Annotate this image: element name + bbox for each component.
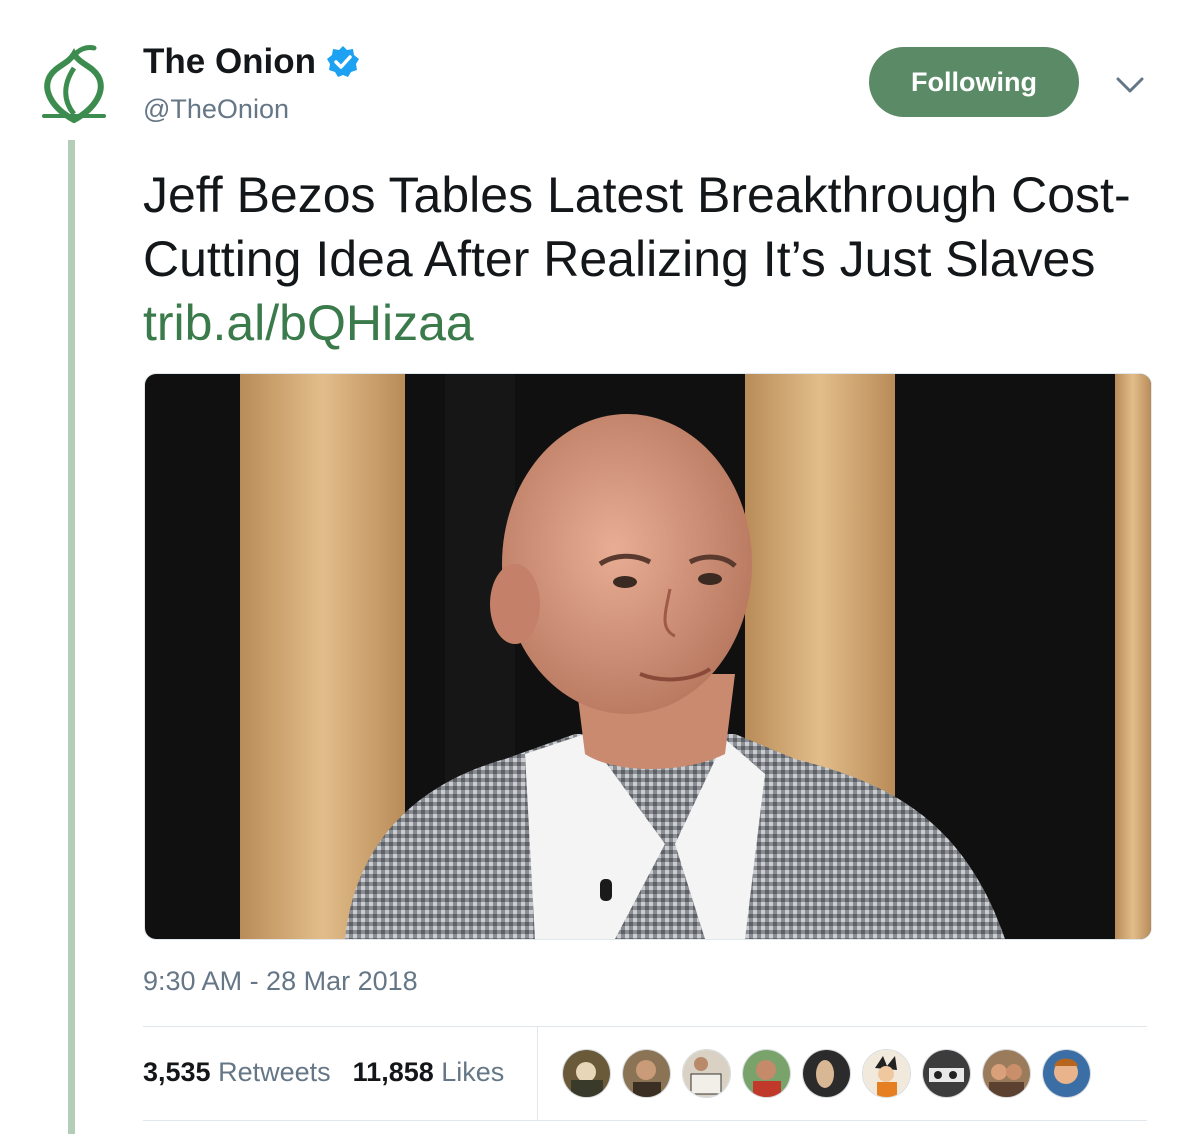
liker-avatar[interactable] [802,1049,851,1098]
liker-avatar[interactable] [682,1049,731,1098]
retweets-count: 3,535 [143,1057,211,1087]
chevron-down-icon[interactable] [1112,70,1148,100]
likes-label: Likes [441,1057,505,1087]
liker-avatar[interactable] [562,1049,611,1098]
liker-avatar[interactable] [1042,1049,1091,1098]
thread-line [68,140,75,1134]
tweet-stats: 3,535 Retweets 11,858 Likes [143,1057,504,1088]
liker-avatar[interactable] [922,1049,971,1098]
photo-image [145,374,1151,939]
liker-avatar[interactable] [982,1049,1031,1098]
liker-avatar[interactable] [862,1049,911,1098]
stats-divider-bottom [143,1120,1147,1121]
following-button[interactable]: Following [869,47,1079,117]
liker-avatar[interactable] [742,1049,791,1098]
retweets-label: Retweets [218,1057,331,1087]
author-display-name[interactable]: The Onion [143,42,316,82]
tweet-body: Jeff Bezos Tables Latest Breakthrough Co… [143,167,1131,287]
stats-divider-vertical [537,1027,538,1120]
author-name-row[interactable]: The Onion [143,42,360,82]
likes-count: 11,858 [352,1057,434,1087]
stats-divider-top [143,1026,1147,1027]
liker-avatars [562,1049,1091,1098]
verified-badge-icon [327,46,360,77]
tweet-link[interactable]: trib.al/bQHizaa [143,295,474,351]
tweet-timestamp[interactable]: 9:30 AM - 28 Mar 2018 [143,966,418,997]
onion-logo-icon[interactable] [34,44,114,124]
retweets-stat[interactable]: 3,535 Retweets [143,1057,331,1088]
tweet-photo[interactable] [144,373,1152,940]
tweet-text: Jeff Bezos Tables Latest Breakthrough Co… [143,163,1143,355]
likes-stat[interactable]: 11,858 Likes [353,1057,505,1088]
author-handle[interactable]: @TheOnion [143,94,289,125]
liker-avatar[interactable] [622,1049,671,1098]
